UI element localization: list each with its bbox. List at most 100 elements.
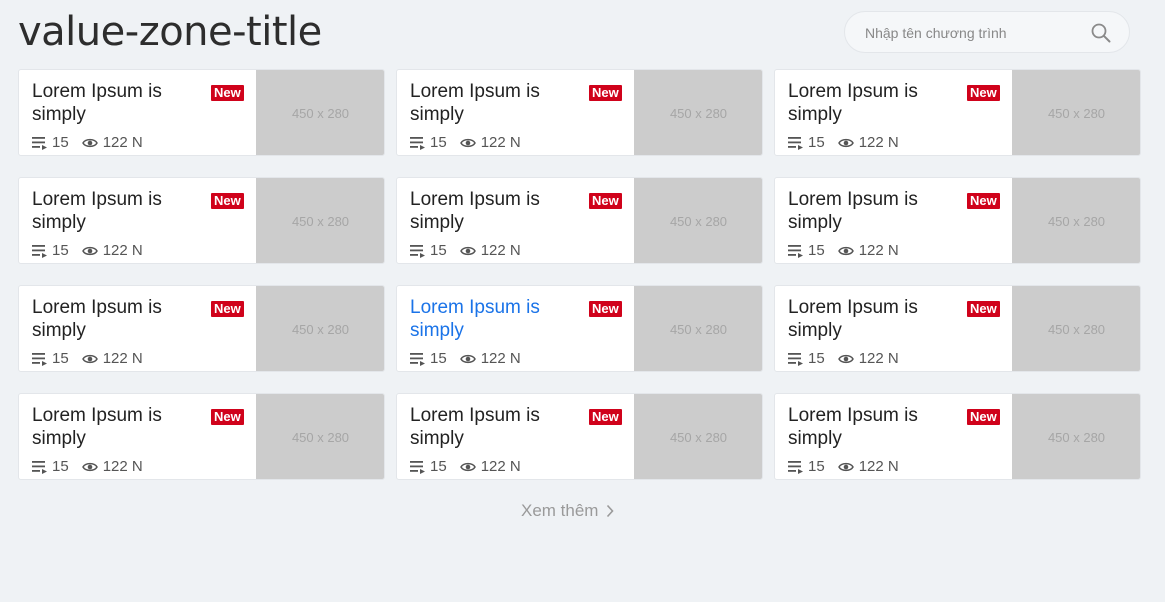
program-thumbnail[interactable]: 450 x 280 bbox=[634, 70, 762, 155]
eye-icon bbox=[837, 462, 854, 472]
page-title: value-zone-title bbox=[18, 9, 322, 55]
program-thumbnail[interactable]: 450 x 280 bbox=[256, 394, 384, 479]
program-title[interactable]: Lorem Ipsum is simply bbox=[410, 297, 580, 342]
program-meta: 15 122 N bbox=[788, 459, 899, 475]
new-badge: New bbox=[967, 409, 1000, 425]
program-meta: 15 122 N bbox=[788, 351, 899, 367]
program-card[interactable]: Lorem Ipsum is simply New 15 122 N 450 x… bbox=[18, 69, 385, 156]
thumbnail-placeholder-label: 450 x 280 bbox=[291, 214, 350, 229]
view-count: 122 N bbox=[858, 458, 899, 475]
new-badge: New bbox=[211, 193, 244, 209]
program-title[interactable]: Lorem Ipsum is simply bbox=[788, 297, 958, 342]
program-thumbnail[interactable]: 450 x 280 bbox=[634, 178, 762, 263]
eye-icon bbox=[81, 462, 98, 472]
program-card[interactable]: Lorem Ipsum is simply New 15 122 N 450 x… bbox=[774, 177, 1141, 264]
new-badge: New bbox=[589, 193, 622, 209]
program-thumbnail[interactable]: 450 x 280 bbox=[1012, 394, 1140, 479]
episode-count: 15 bbox=[430, 242, 447, 259]
program-card[interactable]: Lorem Ipsum is simply New 15 122 N 450 x… bbox=[396, 393, 763, 480]
program-title[interactable]: Lorem Ipsum is simply bbox=[410, 405, 580, 450]
program-thumbnail[interactable]: 450 x 280 bbox=[634, 394, 762, 479]
program-meta: 15 122 N bbox=[32, 351, 143, 367]
new-badge: New bbox=[211, 301, 244, 317]
program-title[interactable]: Lorem Ipsum is simply bbox=[788, 405, 958, 450]
see-more-link[interactable]: Xem thêm bbox=[521, 501, 615, 521]
view-count: 122 N bbox=[480, 134, 521, 151]
episode-count: 15 bbox=[808, 350, 825, 367]
view-count: 122 N bbox=[102, 350, 143, 367]
program-title[interactable]: Lorem Ipsum is simply bbox=[788, 189, 958, 234]
program-title[interactable]: Lorem Ipsum is simply bbox=[32, 405, 202, 450]
program-meta: 15 122 N bbox=[32, 135, 143, 151]
program-card[interactable]: Lorem Ipsum is simply New 15 122 N 450 x… bbox=[774, 69, 1141, 156]
playlist-icon bbox=[32, 353, 47, 366]
program-thumbnail[interactable]: 450 x 280 bbox=[634, 286, 762, 371]
playlist-icon bbox=[788, 353, 803, 366]
program-card[interactable]: Lorem Ipsum is simply New 15 122 N 450 x… bbox=[774, 393, 1141, 480]
program-card[interactable]: Lorem Ipsum is simply New 15 122 N 450 x… bbox=[774, 285, 1141, 372]
eye-icon bbox=[837, 246, 854, 256]
program-title[interactable]: Lorem Ipsum is simply bbox=[32, 81, 202, 126]
view-count: 122 N bbox=[102, 242, 143, 259]
episode-count: 15 bbox=[430, 350, 447, 367]
new-badge: New bbox=[211, 409, 244, 425]
thumbnail-placeholder-label: 450 x 280 bbox=[1047, 214, 1106, 229]
playlist-icon bbox=[32, 461, 47, 474]
program-thumbnail[interactable]: 450 x 280 bbox=[256, 70, 384, 155]
episode-count: 15 bbox=[52, 242, 69, 259]
playlist-icon bbox=[410, 137, 425, 150]
thumbnail-placeholder-label: 450 x 280 bbox=[291, 106, 350, 121]
program-card[interactable]: Lorem Ipsum is simply New 15 122 N 450 x… bbox=[396, 69, 763, 156]
playlist-icon bbox=[32, 137, 47, 150]
view-count: 122 N bbox=[858, 134, 899, 151]
program-card[interactable]: Lorem Ipsum is simply New 15 122 N 450 x… bbox=[18, 177, 385, 264]
program-meta: 15 122 N bbox=[32, 243, 143, 259]
see-more-label: Xem thêm bbox=[521, 501, 599, 520]
new-badge: New bbox=[589, 409, 622, 425]
playlist-icon bbox=[32, 245, 47, 258]
thumbnail-placeholder-label: 450 x 280 bbox=[669, 214, 728, 229]
new-badge: New bbox=[589, 85, 622, 101]
new-badge: New bbox=[589, 301, 622, 317]
program-title[interactable]: Lorem Ipsum is simply bbox=[410, 189, 580, 234]
thumbnail-placeholder-label: 450 x 280 bbox=[291, 322, 350, 337]
view-count: 122 N bbox=[102, 458, 143, 475]
playlist-icon bbox=[410, 245, 425, 258]
program-thumbnail[interactable]: 450 x 280 bbox=[1012, 178, 1140, 263]
episode-count: 15 bbox=[430, 134, 447, 151]
program-thumbnail[interactable]: 450 x 280 bbox=[1012, 70, 1140, 155]
new-badge: New bbox=[967, 193, 1000, 209]
program-meta: 15 122 N bbox=[410, 135, 521, 151]
search-icon[interactable] bbox=[1091, 23, 1111, 43]
program-thumbnail[interactable]: 450 x 280 bbox=[256, 178, 384, 263]
eye-icon bbox=[459, 354, 476, 364]
thumbnail-placeholder-label: 450 x 280 bbox=[291, 430, 350, 445]
view-count: 122 N bbox=[102, 134, 143, 151]
program-title[interactable]: Lorem Ipsum is simply bbox=[410, 81, 580, 126]
program-thumbnail[interactable]: 450 x 280 bbox=[256, 286, 384, 371]
thumbnail-placeholder-label: 450 x 280 bbox=[1047, 106, 1106, 121]
view-count: 122 N bbox=[858, 350, 899, 367]
new-badge: New bbox=[967, 85, 1000, 101]
program-card[interactable]: Lorem Ipsum is simply New 15 122 N 450 x… bbox=[18, 393, 385, 480]
eye-icon bbox=[459, 462, 476, 472]
program-card[interactable]: Lorem Ipsum is simply New 15 122 N 450 x… bbox=[396, 285, 763, 372]
search-box[interactable] bbox=[844, 11, 1130, 54]
episode-count: 15 bbox=[52, 134, 69, 151]
eye-icon bbox=[837, 354, 854, 364]
program-card[interactable]: Lorem Ipsum is simply New 15 122 N 450 x… bbox=[396, 177, 763, 264]
program-title[interactable]: Lorem Ipsum is simply bbox=[32, 297, 202, 342]
program-thumbnail[interactable]: 450 x 280 bbox=[1012, 286, 1140, 371]
program-title[interactable]: Lorem Ipsum is simply bbox=[32, 189, 202, 234]
episode-count: 15 bbox=[430, 458, 447, 475]
eye-icon bbox=[81, 354, 98, 364]
search-input[interactable] bbox=[863, 12, 1087, 54]
playlist-icon bbox=[410, 461, 425, 474]
thumbnail-placeholder-label: 450 x 280 bbox=[669, 430, 728, 445]
view-count: 122 N bbox=[480, 458, 521, 475]
program-title[interactable]: Lorem Ipsum is simply bbox=[788, 81, 958, 126]
program-card[interactable]: Lorem Ipsum is simply New 15 122 N 450 x… bbox=[18, 285, 385, 372]
thumbnail-placeholder-label: 450 x 280 bbox=[669, 106, 728, 121]
thumbnail-placeholder-label: 450 x 280 bbox=[669, 322, 728, 337]
playlist-icon bbox=[788, 137, 803, 150]
